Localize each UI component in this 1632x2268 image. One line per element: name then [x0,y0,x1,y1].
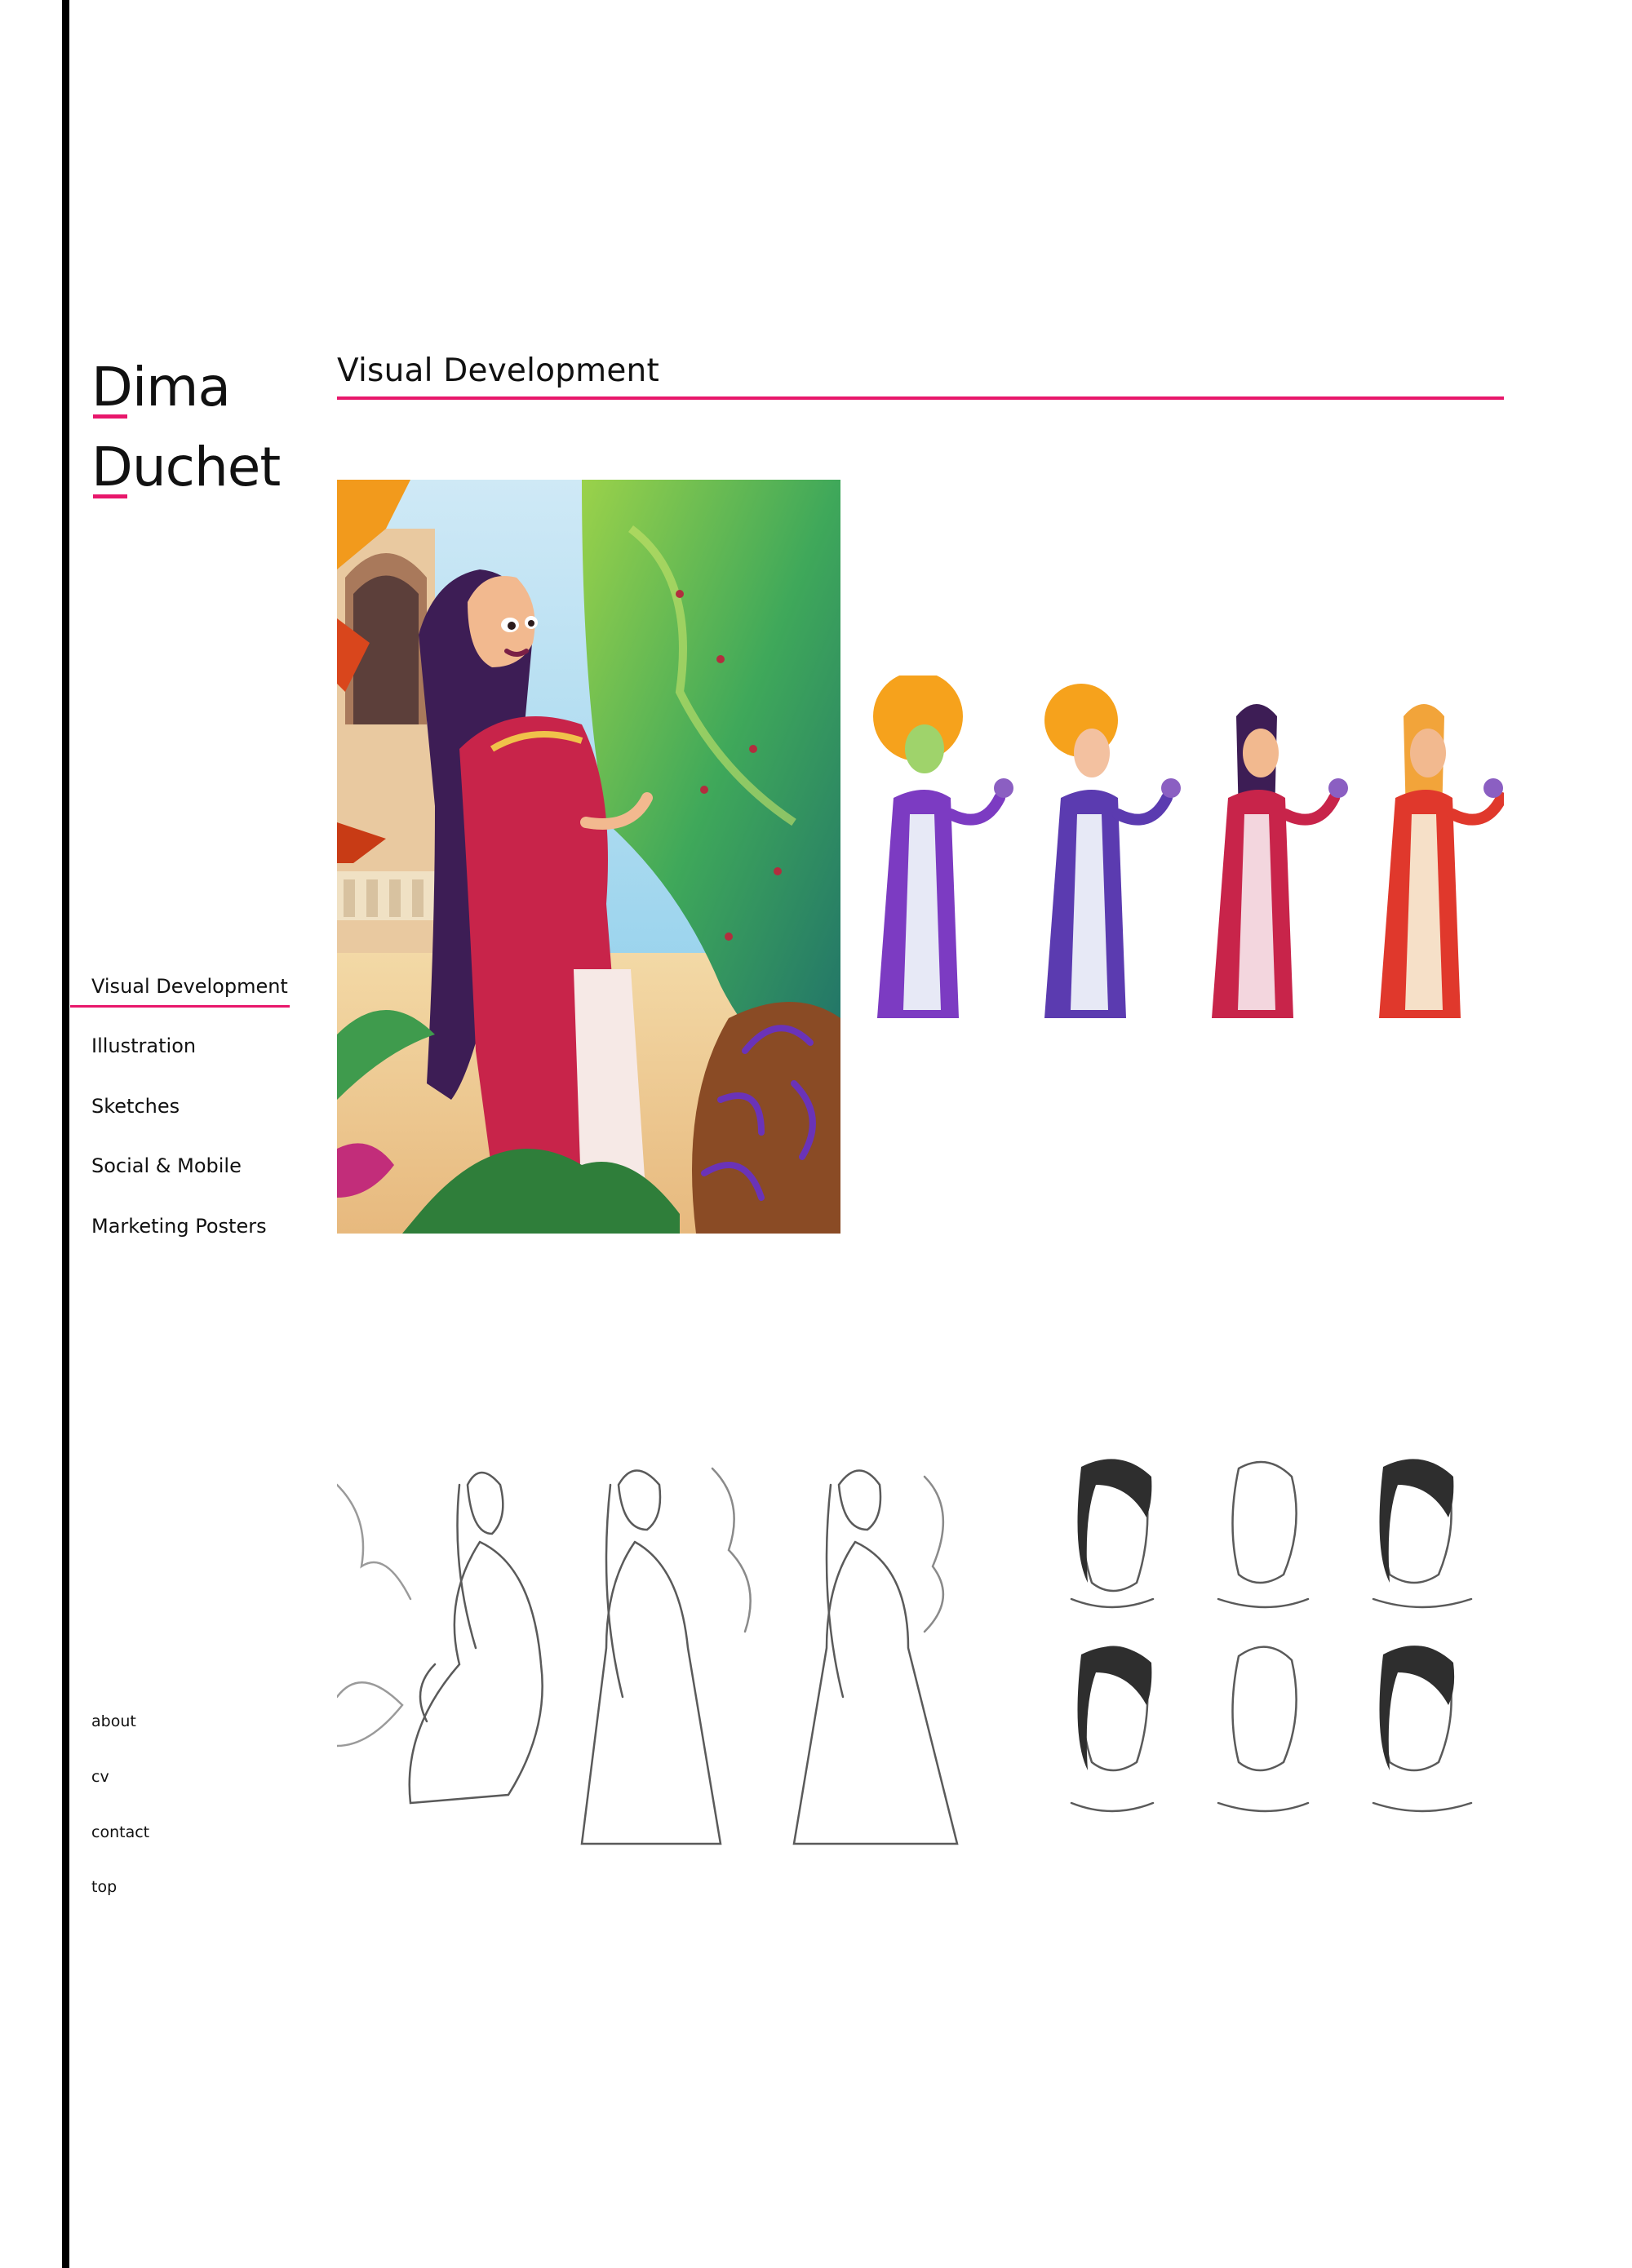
princess-pencil-sketches[interactable] [337,1452,1504,1856]
princess-pencil-sketches-image [337,1452,1504,1856]
cv-link[interactable]: cv [91,1768,109,1786]
nav-item-illustration[interactable]: Illustration [91,1034,196,1057]
princess-color-variations[interactable] [861,676,1504,1043]
nav-item-visual-development[interactable]: Visual Development [70,975,290,1008]
princess-garden-painting[interactable] [337,480,840,1234]
top-link[interactable]: top [91,1878,117,1896]
nav-item-marketing-posters[interactable]: Marketing Posters [91,1215,267,1238]
logo-first-name: Dima [91,356,231,419]
page-title: Visual Development [337,352,659,389]
logo-underline-d1 [93,414,127,419]
princess-color-variations-image [861,676,1504,1043]
contact-link[interactable]: contact [91,1823,149,1841]
site-logo[interactable]: Dima Duchet [91,359,287,506]
logo-last-name: Duchet [91,436,281,498]
nav-item-social-mobile[interactable]: Social & Mobile [91,1154,242,1177]
left-border-bar [62,0,69,2268]
nav-item-sketches[interactable]: Sketches [91,1095,180,1118]
about-link[interactable]: about [91,1712,136,1730]
title-underline [337,396,1504,400]
logo-underline-d2 [93,494,127,498]
princess-garden-painting-image [337,480,840,1234]
